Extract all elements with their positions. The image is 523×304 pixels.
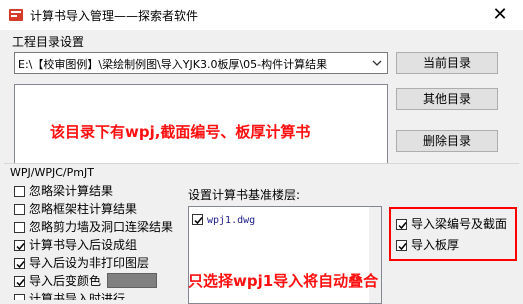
wpj-options-list: 忽略梁计算结果 忽略框架柱计算结果 忽略剪力墙及洞口连梁结果 计算书导入后设成组… [14,182,173,300]
option-set-group[interactable]: 计算书导入后设成组 [14,236,173,254]
title-bar: 计算书导入管理——探索者软件 ✕ [0,0,523,30]
option-cutoff[interactable]: 计算书导入时进行... [14,290,173,300]
checkbox-checked-icon[interactable] [396,219,407,230]
checkbox-icon[interactable] [14,186,25,197]
base-floor-label: 设置计算书基准楼层: [188,188,301,202]
project-path-value: E:\【校审图例】\梁绘制例图\导入YJK3.0板厚\05-构件计算结果 [18,58,328,71]
other-dir-button[interactable]: 其他目录 [396,88,498,110]
checkbox-checked-icon[interactable] [396,240,407,251]
option-label: 忽略梁计算结果 [29,184,114,198]
directory-annotation: 该目录下有wpj,截面编号、板厚计算书 [50,123,311,141]
import-annotation: 只选择wpj1导入将自动叠合 [188,272,379,290]
checkbox-checked-icon[interactable] [14,276,25,287]
checkbox-checked-icon[interactable] [192,214,203,225]
import-beam-option[interactable]: 导入梁编号及截面 [396,215,507,233]
checkbox-icon[interactable] [14,294,25,300]
option-ignore-beam[interactable]: 忽略梁计算结果 [14,182,173,200]
checkbox-checked-icon[interactable] [14,240,25,251]
app-icon [8,7,24,23]
project-dir-group-label: 工程目录设置 [12,35,85,49]
checkbox-icon[interactable] [14,204,25,215]
option-nonprint-layer[interactable]: 导入后设为非打印图层 [14,254,173,272]
checkbox-icon[interactable] [14,222,25,233]
file-item-wpj1[interactable]: wpj1.dwg [192,213,255,226]
wpj-group-label: WPJ/WPJC/PmJT [10,166,94,179]
option-label: 导入后设为非打印图层 [29,256,150,270]
option-ignore-column[interactable]: 忽略框架柱计算结果 [14,200,173,218]
option-label: 导入后变颜色 [29,274,102,288]
import-slab-option[interactable]: 导入板厚 [396,236,459,254]
option-label: 导入梁编号及截面 [411,217,508,231]
window-title: 计算书导入管理——探索者软件 [30,9,199,23]
option-change-color[interactable]: 导入后变颜色 [14,272,173,290]
project-path-combo[interactable]: E:\【校审图例】\梁绘制例图\导入YJK3.0板厚\05-构件计算结果 [14,52,388,74]
import-options-highlight: 导入梁编号及截面 导入板厚 [389,207,517,261]
option-label: 忽略框架柱计算结果 [29,202,138,216]
option-label: 导入板厚 [411,238,460,252]
color-swatch[interactable] [107,273,158,288]
option-label: 计算书导入时进行... [29,292,137,300]
divider [4,163,519,164]
option-label: 计算书导入后设成组 [29,238,138,252]
checkbox-checked-icon[interactable] [14,258,25,269]
option-label: 忽略剪力墙及洞口连梁结果 [29,220,174,234]
current-dir-button[interactable]: 当前目录 [396,52,498,74]
chevron-down-icon[interactable] [370,56,384,70]
close-icon[interactable]: ✕ [488,4,512,26]
file-name: wpj1.dwg [207,215,256,226]
delete-dir-button[interactable]: 删除目录 [396,130,498,152]
option-ignore-wall[interactable]: 忽略剪力墙及洞口连梁结果 [14,218,173,236]
